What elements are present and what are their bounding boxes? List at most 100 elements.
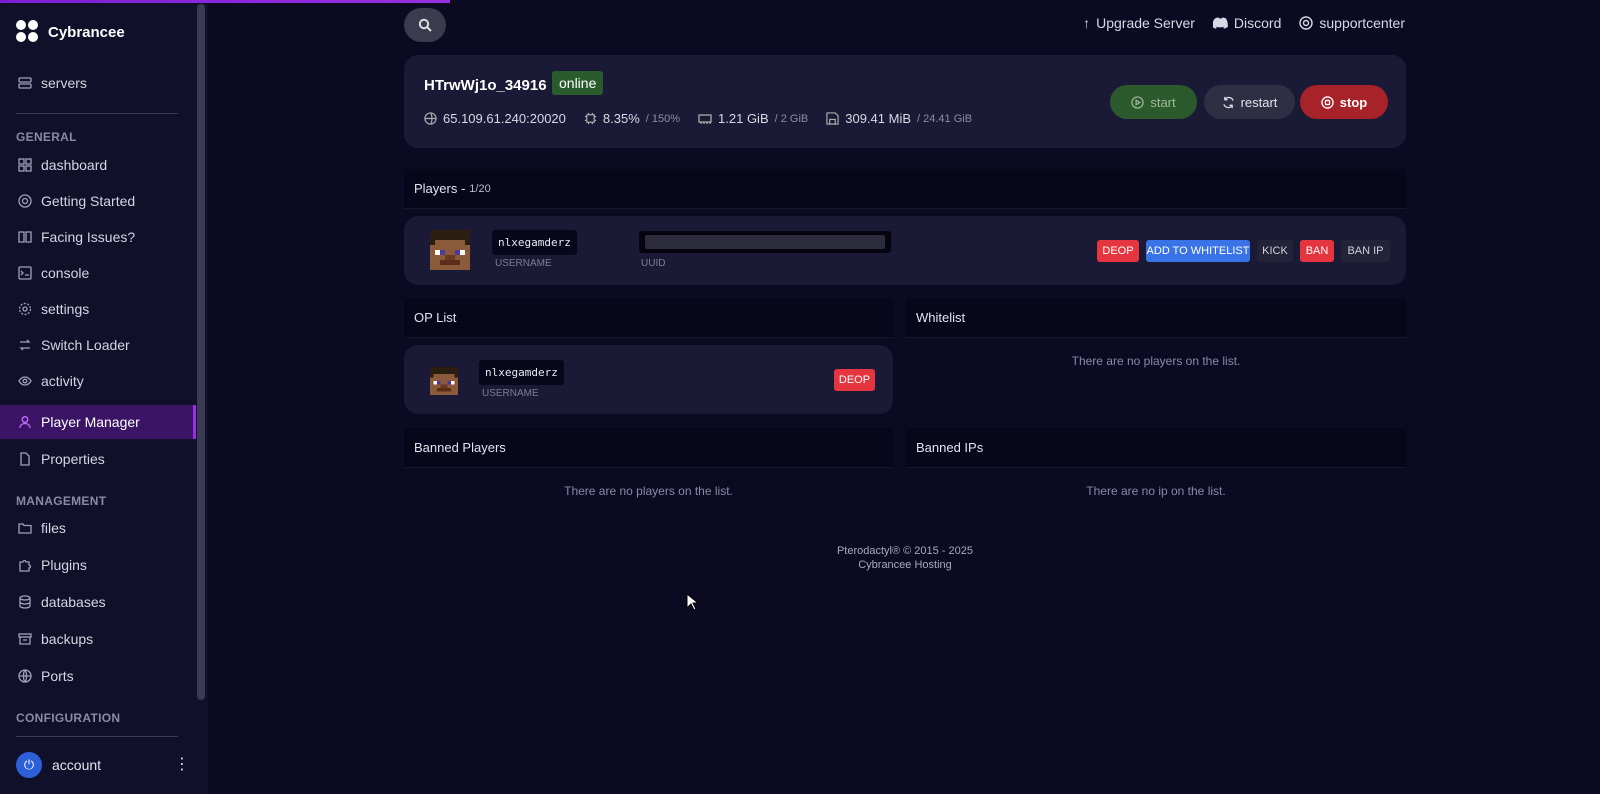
stop-button[interactable]: stop xyxy=(1300,85,1388,119)
grid-icon xyxy=(18,158,32,172)
brand[interactable]: Cybrancee xyxy=(16,20,125,44)
sidebar-item-label: backups xyxy=(41,631,94,647)
whitelist-header: Whitelist xyxy=(906,298,1406,338)
play-circle-icon xyxy=(1131,95,1145,109)
restart-button[interactable]: restart xyxy=(1204,85,1295,119)
stop-circle-icon xyxy=(1321,95,1334,109)
sidebar-item-backups[interactable]: backups xyxy=(0,622,196,656)
footer-host: Cybrancee Hosting xyxy=(858,559,952,571)
ban-ip-button[interactable]: BAN IP xyxy=(1341,240,1390,262)
discord-label: Discord xyxy=(1233,15,1282,31)
deop-button[interactable]: DEOP xyxy=(1097,240,1139,262)
sidebar-scrollbar[interactable] xyxy=(197,4,205,700)
banned-players-empty-text: There are no players on the list. xyxy=(564,484,733,498)
lifebuoy-icon xyxy=(1299,16,1314,30)
sidebar-item-dashboard[interactable]: dashboard xyxy=(0,148,196,182)
sidebar-item-label: Ports xyxy=(41,668,74,684)
eye-icon xyxy=(18,374,32,388)
upgrade-server-label: Upgrade Server xyxy=(1096,15,1195,31)
sidebar-item-label: Getting Started xyxy=(41,193,136,209)
disk-limit: / 24.41 GiB xyxy=(917,112,973,125)
server-icon xyxy=(18,76,32,90)
mouse-cursor-icon xyxy=(686,593,698,611)
arrow-up-icon: ↑ xyxy=(1083,15,1091,31)
sidebar-item-label: files xyxy=(41,520,66,536)
terminal-icon xyxy=(18,266,32,280)
op-username: nlxegamderz xyxy=(479,360,564,385)
user-icon xyxy=(18,415,32,429)
server-card: HTrwWj1o_34916 online 65.109.61.240:2002… xyxy=(404,55,1406,148)
switch-icon xyxy=(18,338,32,352)
stop-label: stop xyxy=(1339,94,1368,110)
player-row: nlxegamderz USERNAME UUID DEOP ADD TO WH… xyxy=(404,216,1406,285)
file-icon xyxy=(18,452,32,466)
sidebar-item-label: Switch Loader xyxy=(41,337,130,353)
banned-players-header: Banned Players xyxy=(404,428,893,468)
search-button[interactable] xyxy=(404,8,446,42)
banned-players-title: Banned Players xyxy=(414,440,506,455)
refresh-icon xyxy=(1222,96,1234,108)
sidebar-item-files[interactable]: files xyxy=(0,511,196,545)
ban-button[interactable]: BAN xyxy=(1300,240,1334,262)
uuid-caption: UUID xyxy=(641,258,666,269)
loading-progress-bar xyxy=(0,0,450,3)
sidebar-item-getting-started[interactable]: Getting Started xyxy=(0,184,196,218)
footer-copyright: Pterodactyl® © 2015 - 2025 xyxy=(836,545,974,557)
op-list-header: OP List xyxy=(404,298,893,338)
upgrade-server-link[interactable]: ↑ Upgrade Server xyxy=(1083,15,1195,31)
cpu-stat: 8.35% / 150% xyxy=(584,111,680,126)
footer: Pterodactyl® © 2015 - 2025 Cybrancee Hos… xyxy=(404,544,1406,572)
start-button[interactable]: start xyxy=(1110,85,1197,119)
disk-value: 309.41 MiB xyxy=(845,111,912,126)
restart-label: restart xyxy=(1240,94,1278,110)
sidebar: Cybrancee servers GENERAL dashboard Gett… xyxy=(0,0,208,794)
discord-icon xyxy=(1212,17,1228,29)
sidebar-item-switch-loader[interactable]: Switch Loader xyxy=(0,328,196,362)
sidebar-item-label: databases xyxy=(41,594,106,610)
section-label-general: GENERAL xyxy=(16,130,77,144)
section-label-management: MANAGEMENT xyxy=(16,494,107,508)
sidebar-item-label: servers xyxy=(41,75,87,91)
sidebar-item-label: Plugins xyxy=(41,557,87,573)
username-caption: USERNAME xyxy=(495,258,552,269)
sidebar-item-label: console xyxy=(41,265,90,281)
sidebar-item-servers[interactable]: servers xyxy=(0,66,196,100)
sidebar-item-activity[interactable]: activity xyxy=(0,364,196,398)
sidebar-item-plugins[interactable]: Plugins xyxy=(0,548,196,582)
cpu-value: 8.35% xyxy=(602,111,640,126)
memory-value: 1.21 GiB xyxy=(718,111,769,126)
account-menu[interactable]: ⏻ account ⋮ xyxy=(16,752,190,778)
player-username: nlxegamderz xyxy=(492,230,577,255)
start-label: start xyxy=(1150,94,1176,110)
sidebar-item-label: Properties xyxy=(41,451,105,467)
search-icon xyxy=(418,18,432,32)
sidebar-item-facing-issues[interactable]: Facing Issues? xyxy=(0,220,196,254)
sidebar-divider xyxy=(16,736,178,737)
sidebar-item-label: settings xyxy=(41,301,90,317)
kick-button[interactable]: KICK xyxy=(1257,240,1293,262)
sidebar-item-ports[interactable]: Ports xyxy=(0,659,196,693)
username-caption: USERNAME xyxy=(482,388,539,399)
sidebar-item-player-manager[interactable]: Player Manager xyxy=(0,405,196,439)
folder-icon xyxy=(18,521,32,535)
database-icon xyxy=(18,595,32,609)
sidebar-divider xyxy=(16,113,178,114)
more-vertical-icon[interactable]: ⋮ xyxy=(174,752,190,778)
gear-icon xyxy=(18,302,32,316)
supportcenter-link[interactable]: supportcenter xyxy=(1299,15,1405,31)
banned-ips-empty-text: There are no ip on the list. xyxy=(1086,484,1226,498)
cpu-icon xyxy=(584,112,596,125)
sidebar-item-properties[interactable]: Properties xyxy=(0,442,196,476)
top-links: ↑ Upgrade Server Discord supportcenter xyxy=(1083,15,1405,31)
brand-name: Cybrancee xyxy=(48,23,125,41)
sidebar-item-databases[interactable]: databases xyxy=(0,585,196,619)
server-name: HTrwWj1o_34916 xyxy=(424,77,547,94)
discord-link[interactable]: Discord xyxy=(1212,15,1282,31)
account-label: account xyxy=(52,757,102,773)
op-deop-button[interactable]: DEOP xyxy=(834,369,875,391)
sidebar-item-console[interactable]: console xyxy=(0,256,196,290)
add-to-whitelist-button[interactable]: ADD TO WHITELIST xyxy=(1146,240,1250,262)
puzzle-icon xyxy=(18,558,32,572)
sidebar-item-settings[interactable]: settings xyxy=(0,292,196,326)
book-icon xyxy=(18,230,32,244)
